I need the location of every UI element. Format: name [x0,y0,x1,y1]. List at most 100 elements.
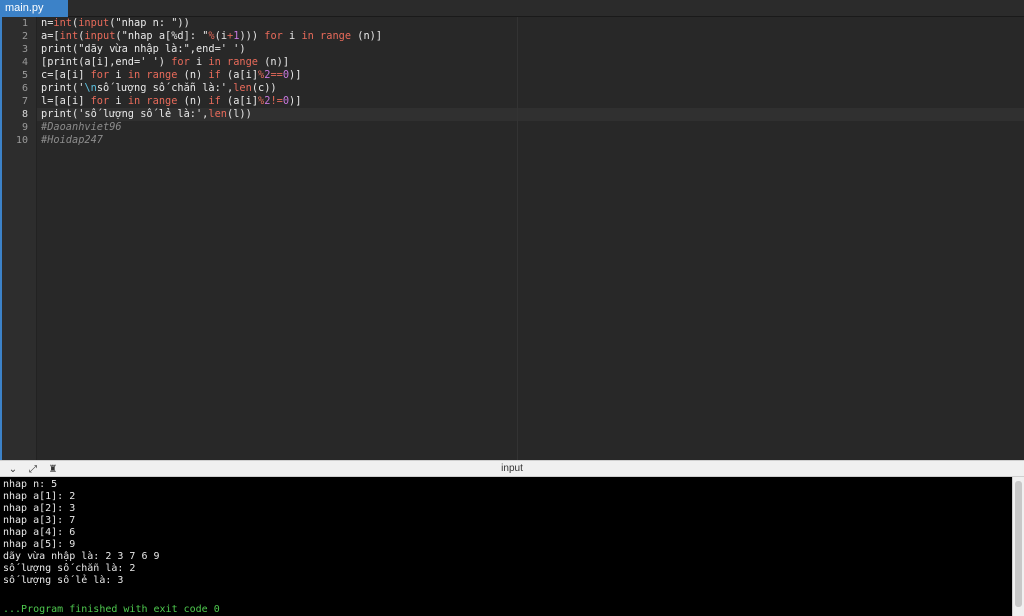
code-token: )] [289,95,302,107]
code-token: (n) [177,95,209,107]
tab-main-py[interactable]: main.py [0,0,68,17]
code-token: (c)) [251,82,277,94]
code-token: if [208,69,221,81]
code-token: ("nhap a[%d]: " [115,30,209,42]
code-token: [print(a[i],end=' ') [41,56,165,68]
code-token: a=[ [41,30,60,42]
code-token: (n) [177,69,209,81]
code-token: )] [289,69,302,81]
code-token: len [208,108,227,120]
code-token: i [115,69,128,81]
line-number: 2 [21,31,28,42]
code-token: ("nhap n: ")) [109,17,190,29]
code-line[interactable]: [print(a[i],end=' ') for i in range (n)] [37,56,1024,69]
console-panel-header: input ⌄ ⤢ ♜ [0,460,1024,477]
code-token: == [270,69,283,81]
code-line-text: a=[int(input("nhap a[%d]: "%(i+1))) for … [41,30,382,43]
code-token: int [59,30,79,42]
line-number: 1 [21,18,28,29]
console-line: nhap a[3]: 7 [3,515,76,526]
code-token: for [258,30,290,42]
console-output[interactable]: nhap n: 5 nhap a[1]: 2 nhap a[2]: 3 nhap a[… [0,477,1012,616]
code-token: range [313,30,352,42]
code-line[interactable]: print("dãy vừa nhập là:",end=' ') [37,43,1024,56]
code-token: #Daoanhviet96 [41,121,122,133]
line-number: 5 [21,70,28,81]
code-token: print('số lượng số lẻ là:', [41,108,209,120]
code-token: i [196,56,209,68]
print-margin-line [517,17,518,460]
code-token: if [208,95,221,107]
code-line-text: print('số lượng số lẻ là:',len(l)) [41,108,252,121]
line-number: 8 [21,109,28,120]
code-line[interactable]: a=[int(input("nhap a[%d]: "%(i+1))) for … [37,30,1024,43]
code-line-text: #Hoidap247 [41,134,103,147]
console-line: số lượng số chẵn là: 2 [3,563,136,574]
collapse-icon[interactable]: ⌄ [6,463,20,475]
code-token: số lượng số chẵn là:', [96,82,234,94]
code-line[interactable]: #Hoidap247 [37,134,1024,147]
line-number: 10 [15,135,28,146]
code-token: in [127,69,141,81]
console-line: nhap a[4]: 6 [3,527,76,538]
code-token: for [84,69,116,81]
console-line: nhap a[1]: 2 [3,491,76,502]
code-area[interactable]: n=int(input("nhap n: ")) a=[int(input("nh… [37,17,1024,460]
code-token: ))) [239,30,259,42]
code-token: range [140,69,178,81]
code-token: (a[i] [220,95,259,107]
code-token: (i [214,30,228,42]
code-token: i [289,30,302,42]
code-token: range [140,95,178,107]
code-token: print("dãy vừa nhập là:",end=' ') [41,43,246,55]
code-token: print(' [41,82,85,94]
code-line-text: c=[a[i] for i in range (n) if (a[i]%2==0… [41,69,301,82]
console-scrollbar[interactable] [1012,477,1024,616]
code-line-text: [print(a[i],end=' ') for i in range (n)] [41,56,289,69]
code-token: for [165,56,196,68]
code-token: input [78,17,110,29]
code-line-text: l=[a[i] for i in range (n) if (a[i]%2!=0… [41,95,301,108]
code-token: in [127,95,141,107]
code-token: #Hoidap247 [41,134,103,146]
code-token: len [233,82,252,94]
code-token: != [270,95,283,107]
console-line: dãy vừa nhập là: 2 3 7 6 9 [3,551,160,562]
code-token: range [220,56,259,68]
tab-bar: main.py [0,0,1024,17]
console-line: nhap a[5]: 9 [3,539,76,550]
code-token: (n)] [351,30,383,42]
code-line-text: #Daoanhviet96 [41,121,122,134]
code-token: for [84,95,116,107]
console-line: số lượng số lẻ là: 3 [3,575,124,586]
code-line-text: n=int(input("nhap n: ")) [41,17,190,30]
console-line: nhap a[2]: 3 [3,503,76,514]
console-scrollbar-thumb[interactable] [1015,481,1022,607]
expand-icon[interactable]: ⤢ [26,463,40,475]
code-token: (a[i] [220,69,259,81]
clear-console-icon[interactable]: ♜ [46,463,60,475]
code-token: \n [84,82,97,94]
line-number-gutter: 1 2 3 4 5 6 7 8 9 10 [2,17,37,460]
code-line[interactable]: print('số lượng số lẻ là:',len(l)) [37,108,1024,121]
code-token: in [208,56,221,68]
code-line[interactable]: #Daoanhviet96 [37,121,1024,134]
code-line-text: print("dãy vừa nhập là:",end=' ') [41,43,246,56]
code-token: int [53,17,73,29]
code-token: l=[a[i] [41,95,85,107]
line-number: 3 [21,44,28,55]
code-token: (n)] [258,56,290,68]
code-line[interactable]: n=int(input("nhap n: ")) [37,17,1024,30]
line-number: 4 [21,57,28,68]
console-panel-title: input [501,463,523,474]
code-token: (l)) [227,108,252,120]
code-line[interactable]: print('\nsố lượng số chẵn là:',len(c)) [37,82,1024,95]
code-line[interactable]: l=[a[i] for i in range (n) if (a[i]%2!=0… [37,95,1024,108]
code-token: in [301,30,314,42]
code-line-text: print('\nsố lượng số chẵn là:',len(c)) [41,82,277,95]
code-line[interactable]: c=[a[i] for i in range (n) if (a[i]%2==0… [37,69,1024,82]
line-number: 6 [21,83,28,94]
code-editor[interactable]: 1 2 3 4 5 6 7 8 9 10 n=int(input("nhap n: ")) a=[i… [2,17,1024,460]
code-token: c=[a[i] [41,69,85,81]
line-number: 9 [21,122,28,133]
